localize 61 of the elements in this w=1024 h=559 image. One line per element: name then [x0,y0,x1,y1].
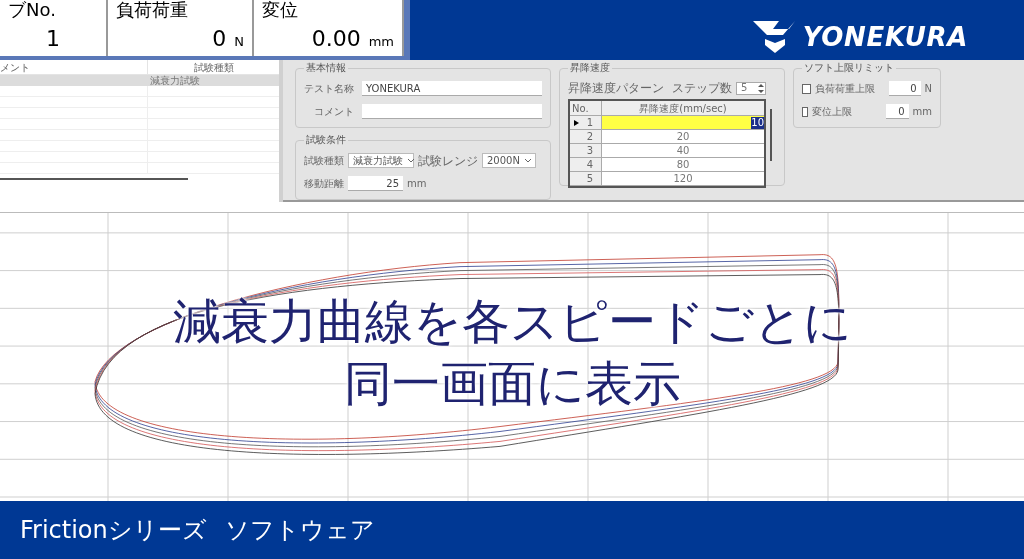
field-label: 試験種類 [304,154,344,167]
chevron-down-icon [407,158,415,163]
list-row[interactable]: 減衰力試験 [0,75,279,86]
footer-title: Frictionシリーズ [20,515,207,545]
column-header: 昇降速度(mm/sec) [638,102,728,115]
group-title: 基本情報 [304,62,348,74]
row-number: 4 [586,158,593,171]
speed-value: 20 [676,130,690,143]
row-number: 3 [586,144,593,157]
speed-value: 80 [676,158,690,171]
field-label: 変位上限 [812,105,854,118]
dropdown[interactable]: 減衰力試験 [348,153,414,168]
unit-label: N [234,33,244,51]
speed-cell[interactable]: 10 [602,116,764,129]
group-title: 昇降速度 [568,62,612,74]
field-label: N [924,82,932,95]
field-label: mm [912,105,932,118]
field-label: コメント [313,105,354,118]
readout-value: 0.00 [311,26,361,52]
spin-arrows-icon [757,82,765,94]
table-cell-text: 減衰力試験 [149,75,200,86]
text-field[interactable]: 25 [348,176,403,191]
text-field[interactable]: 0 [889,81,921,96]
logo-icon [752,21,795,53]
text-field[interactable]: YONEKURA [362,81,542,96]
column-header: No. [570,101,602,115]
speed-value: 10 [751,116,764,129]
field-label: 昇降速度パターン [568,81,664,95]
logo-text: YONEKURA [802,22,968,52]
readout-value: 1 [46,26,60,52]
readout-label: 負荷荷重 [116,0,189,20]
row-number: 1 [586,116,593,129]
caption-line: 同一画面に表示 [343,354,681,413]
step-spinner[interactable]: 5 [736,81,766,95]
field-label: 試験レンジ [418,153,478,168]
column-header: メント [0,60,148,74]
readout-label: ブNo. [8,0,57,20]
scrollbar[interactable] [0,178,188,180]
column-header: 試験種類 [192,61,235,74]
field-label: 負荷荷重上限 [815,82,877,95]
group-title: 試験条件 [304,134,348,146]
field-label: テスト名称 [304,82,354,95]
text-field[interactable] [362,104,542,119]
dropdown[interactable]: 2000N [482,153,536,168]
text-field[interactable]: 0 [886,104,909,119]
field-label: mm [407,177,427,190]
unit-label: mm [368,33,394,51]
checkbox[interactable] [802,106,809,117]
checkbox[interactable] [802,83,812,94]
speed-value: 40 [676,144,690,157]
row-number: 5 [586,172,593,185]
footer-title: ソフトウェア [224,515,375,545]
group-title: ソフト上限リミット [802,62,896,74]
readout-value: 0 [212,26,227,52]
field-label: 移動距離 [304,177,344,190]
scrollbar[interactable] [770,109,772,161]
field-label: ステップ数 [672,81,732,95]
readout-label: 変位 [262,0,299,20]
chevron-down-icon [523,158,532,163]
speed-value: 120 [673,172,693,185]
row-number: 2 [586,130,593,143]
